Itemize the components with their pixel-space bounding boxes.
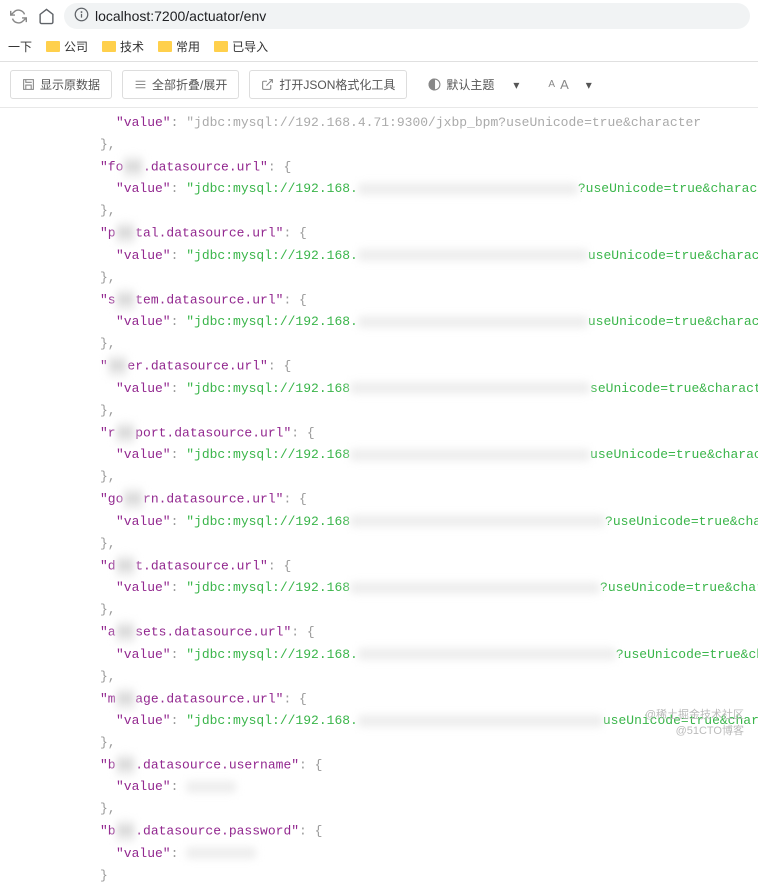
reload-icon[interactable] [8, 6, 28, 26]
show-raw-button[interactable]: 显示原数据 [10, 70, 112, 99]
address-bar[interactable]: localhost:7200/actuator/env [64, 3, 750, 29]
chevron-down-icon: ▾ [586, 78, 592, 92]
bookmark-item[interactable]: 常用 [158, 38, 200, 55]
folder-icon [102, 41, 116, 52]
site-info-icon[interactable] [74, 7, 89, 25]
folder-icon [46, 41, 60, 52]
font-size-selector[interactable]: AA ▾ [540, 72, 599, 97]
bookmarks-bar: 一下 公司 技术 常用 已导入 [0, 32, 758, 62]
bookmark-item[interactable]: 技术 [102, 38, 144, 55]
open-formatter-button[interactable]: 打开JSON格式化工具 [249, 70, 407, 99]
watermark: @稀土掘金技术社区 @51CTO博客 [645, 707, 744, 739]
url-text: localhost:7200/actuator/env [95, 8, 266, 24]
bookmark-item[interactable]: 已导入 [214, 38, 268, 55]
fold-all-button[interactable]: 全部折叠/展开 [122, 70, 239, 99]
bookmark-item[interactable]: 一下 [8, 38, 32, 55]
folder-icon [214, 41, 228, 52]
folder-icon [158, 41, 172, 52]
home-icon[interactable] [36, 6, 56, 26]
browser-top-bar: localhost:7200/actuator/env [0, 0, 758, 32]
theme-selector[interactable]: 默认主题 ▾ [417, 71, 530, 98]
json-toolbar: 显示原数据 全部折叠/展开 打开JSON格式化工具 默认主题 ▾ AA ▾ [0, 62, 758, 108]
json-viewer: "value": "jdbc:mysql://192.168.4.71:9300… [0, 108, 758, 887]
chevron-down-icon: ▾ [513, 78, 519, 92]
bookmark-item[interactable]: 公司 [46, 38, 88, 55]
